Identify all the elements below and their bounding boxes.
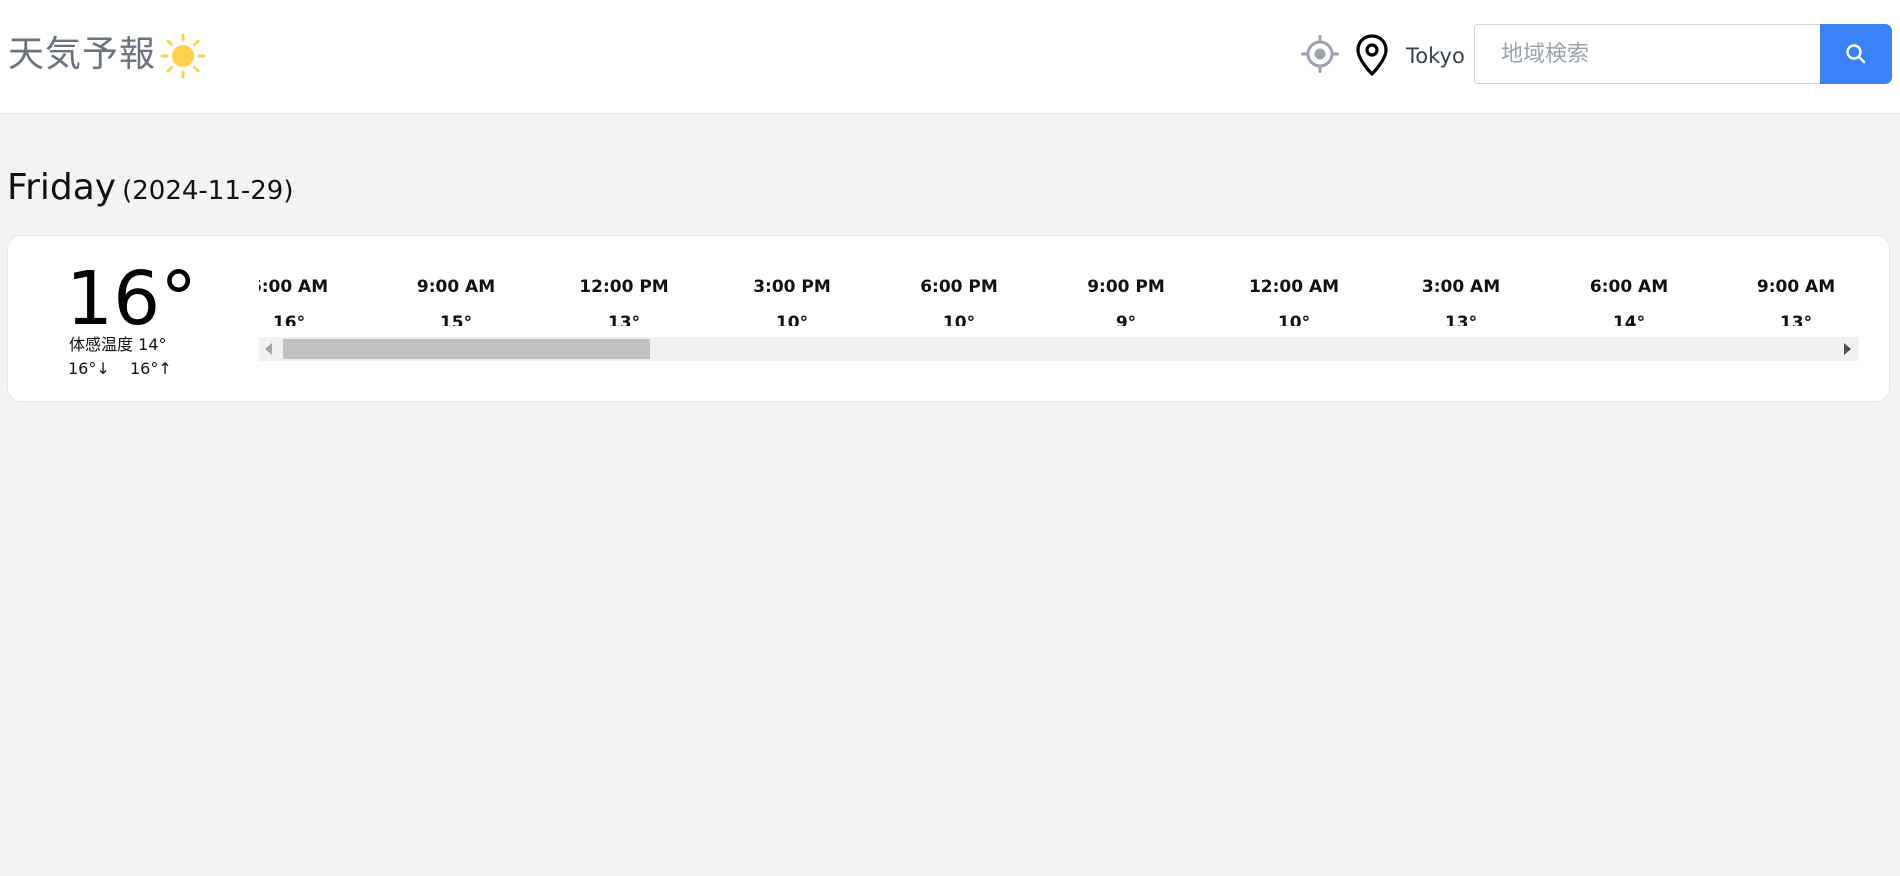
hour-temperature: 9° [1115,313,1137,326]
current-temperature: 16° [66,256,198,342]
hourly-item: 6:00 AM 16° [259,276,359,326]
hourly-item: 6:00 AM 14° [1559,276,1699,326]
sun-icon [160,33,206,79]
min-temperature: 16°↓ [68,359,110,378]
hourly-item: 12:00 AM 10° [1224,276,1364,326]
hour-temperature: 10° [1277,313,1311,326]
hour-time: 9:00 AM [1756,277,1836,297]
hour-temperature: 10° [942,313,976,326]
map-pin-icon [1356,34,1388,76]
hourly-item: 6:00 PM 10° [889,276,1029,326]
location-name: Tokyo [1406,44,1465,68]
hourly-forecast-strip[interactable]: 6:00 AM 16° 9:00 AM 15° 12:00 PM 13° 3:0… [259,276,1859,326]
search-button[interactable] [1820,24,1892,84]
hour-time: 12:00 PM [579,277,669,297]
hour-time: 6:00 AM [1589,277,1669,297]
horizontal-scrollbar[interactable] [259,337,1859,361]
hour-temperature: 13° [1444,313,1478,326]
feels-like-temperature: 体感温度 14° [69,335,167,354]
min-max-temperature: 16°↓ 16°↑ [68,358,172,380]
hour-temperature: 13° [607,313,641,326]
hour-time: 9:00 PM [1087,277,1165,297]
region-search-input[interactable] [1474,24,1820,84]
hourly-item: 3:00 AM 13° [1391,276,1531,326]
day-date: (2024-11-29) [122,176,294,206]
hour-temperature: 13° [1779,313,1813,326]
app-title: 天気予報 [8,34,157,75]
hour-time: 3:00 PM [753,277,831,297]
hourly-item: 3:00 PM 10° [722,276,862,326]
current-location-icon[interactable] [1301,35,1339,73]
search-icon [1846,44,1866,64]
hourly-item: 9:00 AM 13° [1726,276,1859,326]
top-header: 天気予報 Tokyo [0,0,1900,114]
hour-time: 9:00 AM [416,277,496,297]
hour-time: 6:00 PM [920,277,998,297]
day-name: Friday [7,167,117,208]
hour-temperature: 14° [1612,313,1646,326]
hourly-item: 9:00 PM 9° [1056,276,1196,326]
hour-time: 12:00 AM [1248,277,1340,297]
max-temperature: 16°↑ [130,359,172,378]
scrollbar-thumb[interactable] [283,339,650,359]
hour-temperature: 15° [439,313,473,326]
hour-time: 3:00 AM [1421,277,1501,297]
day-heading: Friday (2024-11-29) [7,163,294,219]
hourly-item: 9:00 AM 15° [386,276,526,326]
scroll-right-arrow-icon[interactable] [1844,343,1851,355]
scroll-left-arrow-icon[interactable] [265,343,272,355]
hour-temperature: 10° [775,313,809,326]
hour-time: 6:00 AM [259,277,329,297]
hourly-item: 12:00 PM 13° [554,276,694,326]
forecast-card: 16° 体感温度 14° 16°↓ 16°↑ 6:00 AM 16° 9:00 A… [7,235,1890,402]
hour-temperature: 16° [272,313,306,326]
